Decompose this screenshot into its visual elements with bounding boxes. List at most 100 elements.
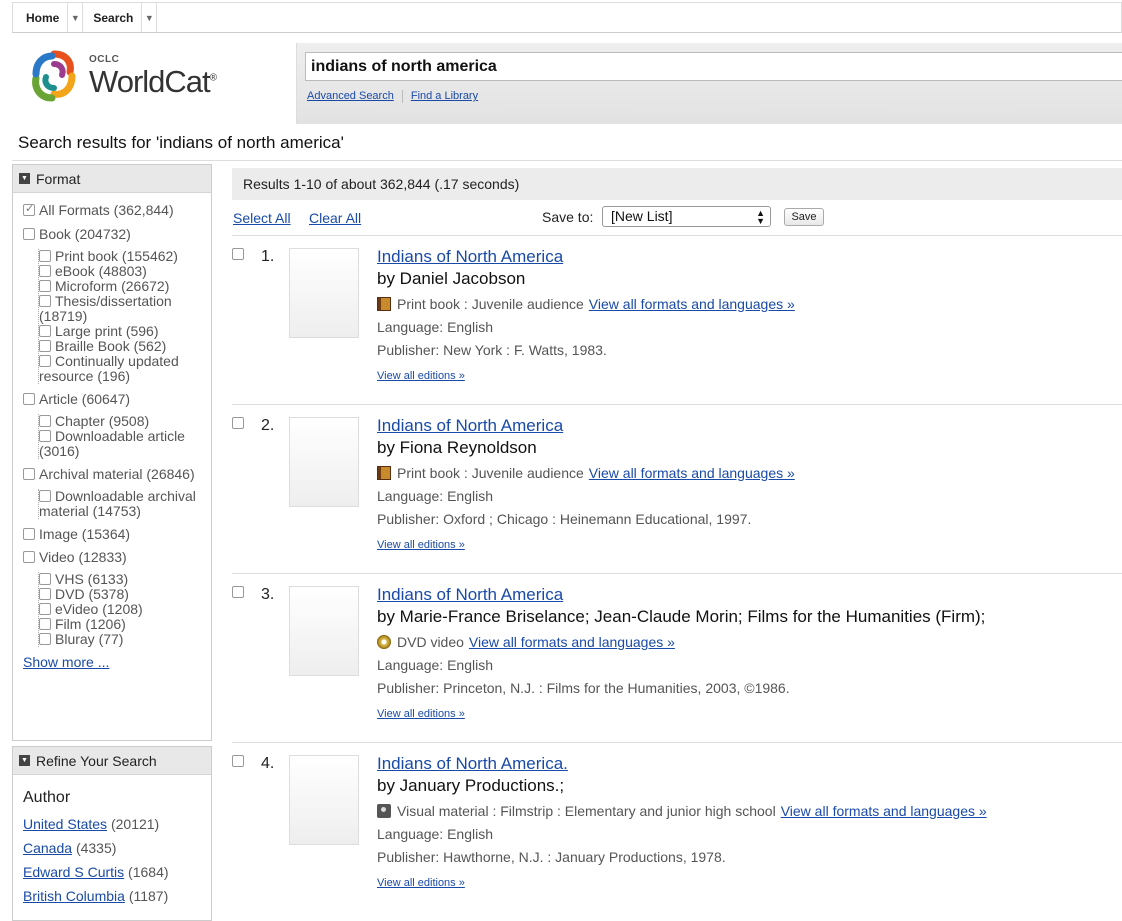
view-editions-link[interactable]: View all editions » bbox=[377, 370, 465, 382]
show-more-link[interactable]: Show more ... bbox=[23, 653, 205, 672]
format-subitem[interactable]: VHS (6133) bbox=[39, 572, 205, 587]
format-subitem[interactable]: Downloadable archival material (14753) bbox=[39, 488, 205, 519]
result-title-link[interactable]: Indians of North America. bbox=[377, 754, 1117, 776]
author-link[interactable]: Canada bbox=[23, 840, 72, 856]
format-subitem[interactable]: Braille Book (562) bbox=[39, 338, 205, 354]
view-formats-link[interactable]: View all formats and languages » bbox=[589, 465, 795, 481]
format-subitem[interactable]: Film (1206) bbox=[39, 617, 205, 632]
checkbox[interactable] bbox=[39, 603, 51, 616]
author-count: (1187) bbox=[128, 888, 169, 904]
checkbox[interactable] bbox=[39, 354, 51, 367]
checkbox[interactable] bbox=[39, 294, 51, 307]
checkbox[interactable] bbox=[23, 527, 35, 540]
checkbox[interactable] bbox=[39, 429, 51, 442]
result-language: Language: English bbox=[377, 318, 493, 335]
cover-thumbnail[interactable] bbox=[289, 755, 359, 845]
refine-facet-header[interactable]: ▼ Refine Your Search bbox=[13, 747, 211, 775]
result-checkbox[interactable] bbox=[232, 755, 244, 767]
result-checkbox[interactable] bbox=[232, 417, 244, 429]
format-subitem[interactable]: Print book (155462) bbox=[39, 248, 205, 264]
checkbox[interactable] bbox=[39, 618, 51, 631]
checkbox[interactable] bbox=[23, 392, 35, 405]
format-sublabel: Thesis/dissertation (18719) bbox=[39, 292, 172, 324]
format-item[interactable]: Video (12833) bbox=[23, 548, 205, 567]
collapse-icon[interactable]: ▼ bbox=[19, 755, 30, 766]
select-all-link[interactable]: Select All bbox=[233, 210, 291, 226]
format-sublabel: Downloadable article (3016) bbox=[39, 427, 185, 459]
format-sublabel: Microform (26672) bbox=[55, 277, 170, 294]
format-item[interactable]: Book (204732) bbox=[23, 225, 205, 244]
view-formats-link[interactable]: View all formats and languages » bbox=[589, 296, 795, 312]
checkbox[interactable] bbox=[39, 249, 51, 262]
nav-home[interactable]: Home ▼ bbox=[13, 3, 84, 32]
view-formats-link[interactable]: View all formats and languages » bbox=[781, 803, 987, 819]
author-link[interactable]: Edward S Curtis bbox=[23, 864, 124, 880]
chevron-down-icon[interactable]: ▼ bbox=[141, 3, 158, 32]
result-title-link[interactable]: Indians of North America bbox=[377, 416, 1117, 438]
checkbox[interactable] bbox=[23, 467, 35, 480]
format-subitem[interactable]: Chapter (9508) bbox=[39, 413, 205, 429]
find-library-link[interactable]: Find a Library bbox=[411, 90, 486, 103]
format-label: Archival material (26846) bbox=[39, 465, 195, 482]
format-subitem[interactable]: eBook (48803) bbox=[39, 263, 205, 279]
view-editions-link[interactable]: View all editions » bbox=[377, 539, 465, 551]
format-subitem[interactable]: Bluray (77) bbox=[39, 632, 205, 647]
cover-thumbnail[interactable] bbox=[289, 417, 359, 507]
clear-all-link[interactable]: Clear All bbox=[309, 210, 361, 226]
result-item: 1. Indians of North America by Daniel Ja… bbox=[232, 235, 1122, 403]
cover-thumbnail[interactable] bbox=[289, 248, 359, 338]
author-count: (4335) bbox=[75, 840, 117, 856]
checkbox[interactable] bbox=[23, 551, 35, 564]
format-sublabel: eVideo (1208) bbox=[55, 601, 143, 618]
nav-home-label[interactable]: Home bbox=[26, 11, 67, 25]
checkbox[interactable] bbox=[39, 279, 51, 292]
nav-search-label[interactable]: Search bbox=[93, 11, 141, 25]
result-title-link[interactable]: Indians of North America bbox=[377, 585, 1117, 607]
view-editions-link[interactable]: View all editions » bbox=[377, 708, 465, 720]
search-input[interactable] bbox=[305, 52, 1122, 81]
checkbox[interactable] bbox=[39, 414, 51, 427]
format-subitem[interactable]: DVD (5378) bbox=[39, 587, 205, 602]
format-subitem[interactable]: Downloadable article (3016) bbox=[39, 427, 205, 459]
checkbox[interactable] bbox=[23, 227, 35, 240]
result-checkbox[interactable] bbox=[232, 586, 244, 598]
format-item[interactable]: All Formats (362,844) bbox=[23, 201, 205, 220]
checkbox[interactable] bbox=[39, 324, 51, 337]
checkbox[interactable] bbox=[39, 339, 51, 352]
view-editions-link[interactable]: View all editions » bbox=[377, 877, 465, 889]
checkbox[interactable] bbox=[39, 588, 51, 601]
nav-search[interactable]: Search ▼ bbox=[83, 3, 158, 32]
checkbox[interactable] bbox=[39, 573, 51, 586]
format-item[interactable]: Image (15364) bbox=[23, 525, 205, 544]
view-formats-link[interactable]: View all formats and languages » bbox=[469, 634, 675, 650]
checkbox[interactable] bbox=[39, 264, 51, 277]
result-checkbox[interactable] bbox=[232, 248, 244, 260]
result-publisher: Publisher: Princeton, N.J. : Films for t… bbox=[377, 679, 790, 696]
format-subitem[interactable]: Microform (26672) bbox=[39, 277, 205, 294]
result-author: by Marie-France Briselance; Jean-Claude … bbox=[377, 607, 986, 626]
format-item[interactable]: Article (60647) bbox=[23, 390, 205, 409]
checkbox[interactable] bbox=[39, 633, 51, 646]
chevron-down-icon[interactable]: ▼ bbox=[67, 3, 84, 32]
cover-thumbnail[interactable] bbox=[289, 586, 359, 676]
format-sublabel: Continually updated resource (196) bbox=[39, 352, 179, 384]
author-link[interactable]: British Columbia bbox=[23, 888, 125, 904]
checkbox[interactable] bbox=[39, 489, 51, 502]
advanced-search-link[interactable]: Advanced Search bbox=[307, 90, 402, 103]
save-button[interactable]: Save bbox=[784, 208, 824, 226]
format-subitem[interactable]: eVideo (1208) bbox=[39, 602, 205, 617]
checkbox[interactable] bbox=[23, 202, 35, 217]
list-select[interactable]: [New List] ▲ ▼ bbox=[602, 206, 771, 227]
worldcat-logo[interactable]: OCLC WorldCat® bbox=[26, 48, 226, 108]
format-item[interactable]: Archival material (26846) bbox=[23, 465, 205, 484]
author-link[interactable]: United States bbox=[23, 816, 107, 832]
format-sublabel: VHS (6133) bbox=[55, 571, 129, 588]
format-facet: ▼ Format All Formats (362,844) Book (204… bbox=[12, 164, 212, 741]
format-sublabel: Large print (596) bbox=[55, 322, 159, 339]
format-subitem[interactable]: Large print (596) bbox=[39, 322, 205, 339]
format-subitem[interactable]: Thesis/dissertation (18719) bbox=[39, 292, 205, 324]
format-subitem[interactable]: Continually updated resource (196) bbox=[39, 352, 205, 384]
collapse-icon[interactable]: ▼ bbox=[19, 173, 30, 184]
result-title-link[interactable]: Indians of North America bbox=[377, 247, 1117, 269]
format-facet-header[interactable]: ▼ Format bbox=[13, 165, 211, 193]
